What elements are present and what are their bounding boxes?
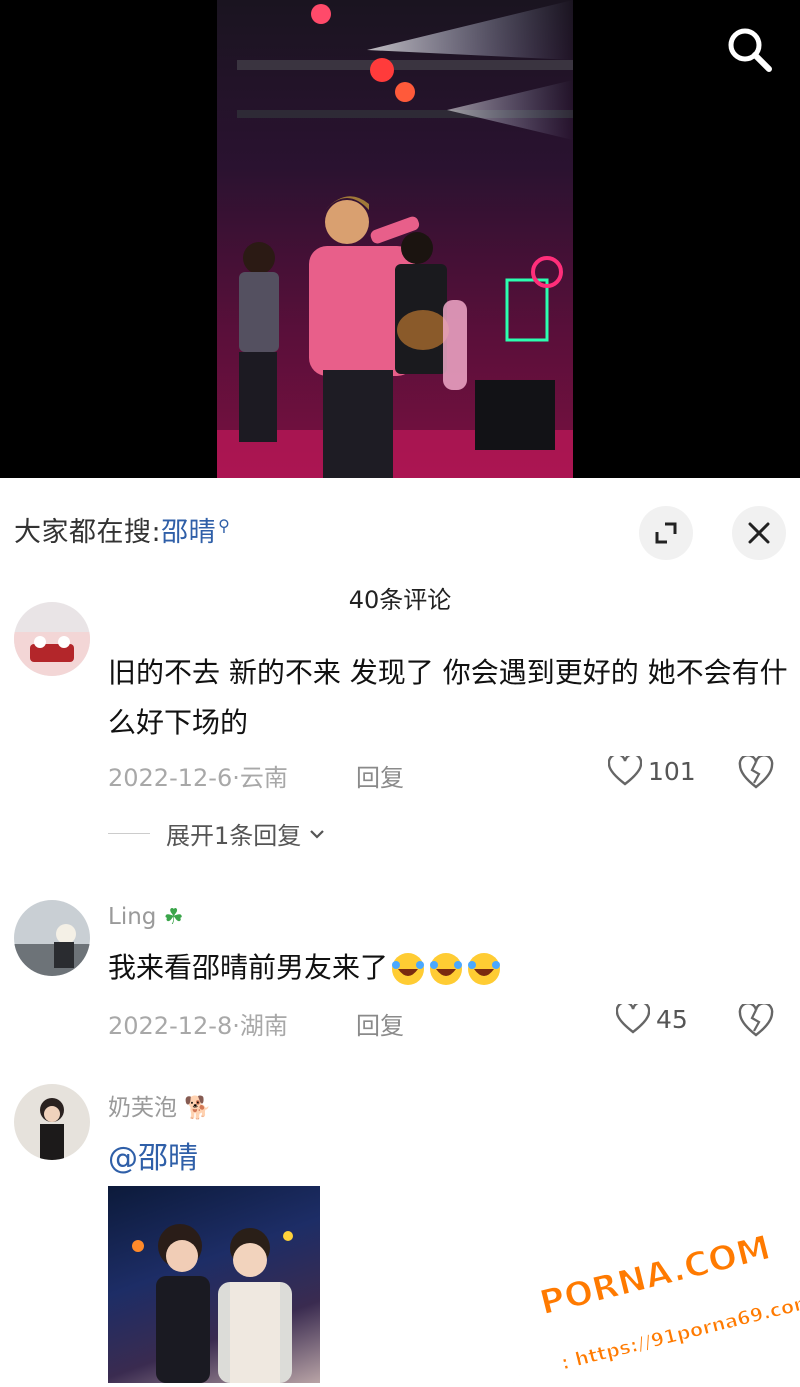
video-scene-image (217, 0, 573, 478)
username-text: Ling (108, 904, 157, 930)
dog-icon: 🐕 (184, 1096, 212, 1121)
comment-date-location: 2022-12-6·云南 (108, 764, 288, 792)
dislike-button[interactable] (738, 1002, 774, 1038)
comment-username: 奶芙泡 🐕 (108, 1088, 212, 1122)
hot-search-prefix: 大家都在搜: (14, 517, 162, 548)
comment-image[interactable] (108, 1186, 320, 1383)
laughing-emoji-icon (468, 953, 501, 985)
svg-text:看完整版: https://91porna69.com: 看完整版: https://91porna69.com (484, 1290, 800, 1383)
hot-search-keyword[interactable]: 邵晴 (161, 517, 216, 548)
comment-text: 我来看邵晴前男友来了 (108, 943, 788, 993)
search-button[interactable] (722, 22, 776, 76)
minimize-icon (655, 522, 677, 544)
dislike-button[interactable] (738, 754, 774, 790)
avatar-image (14, 1084, 90, 1160)
username-text: 奶芙泡 (108, 1095, 177, 1121)
search-icon (728, 28, 772, 72)
reply-button[interactable]: 回复 (356, 1006, 404, 1041)
like-button[interactable]: 101 (608, 756, 696, 786)
expand-replies-button[interactable]: 展开1条回复 (108, 816, 325, 851)
reply-button[interactable]: 回复 (356, 758, 404, 793)
avatar-image (14, 900, 90, 976)
close-button[interactable] (732, 506, 786, 560)
comment-date-location: 2022-12-8·湖南 (108, 1012, 288, 1040)
couple-photo (132, 1224, 293, 1383)
mention-link[interactable]: @邵晴 (108, 1133, 198, 1177)
laughing-emoji-icon (392, 953, 425, 985)
avatar-image (14, 632, 90, 676)
watermark-logo: PORNA.COM 看完整版: https://91porna69.com (484, 1227, 800, 1387)
close-icon (748, 522, 770, 544)
avatar[interactable] (14, 1084, 90, 1160)
comments-count: 40条评论 (348, 586, 452, 614)
like-button[interactable]: 45 (616, 1004, 688, 1034)
heart-icon (616, 1004, 650, 1034)
comment-username: Ling ☘ (108, 904, 183, 930)
broken-heart-icon (738, 1002, 774, 1037)
expand-replies-label: 展开1条回复 (166, 822, 302, 850)
comment-text: 旧的不去 新的不来 发现了 你会遇到更好的 她不会有什么好下场的 (108, 656, 788, 739)
chevron-down-icon (310, 829, 325, 839)
hot-search-bar[interactable]: 大家都在搜:邵晴 ⚲ (14, 510, 230, 549)
avatar[interactable] (14, 900, 90, 976)
minimize-button[interactable] (639, 506, 693, 560)
divider (108, 833, 150, 834)
laughing-emoji-icon (430, 953, 463, 985)
comment-text-content: 我来看邵晴前男友来了 (108, 951, 389, 984)
clover-icon: ☘ (163, 905, 184, 930)
video-player[interactable] (0, 0, 800, 478)
avatar[interactable] (14, 602, 90, 676)
like-count: 101 (648, 756, 696, 786)
watermark: PORNA.COM 看完整版: https://91porna69.com (470, 1200, 800, 1387)
heart-icon (608, 756, 642, 786)
broken-heart-icon (738, 754, 774, 789)
like-count: 45 (656, 1004, 688, 1034)
search-icon: ⚲ (218, 516, 231, 535)
video-frame[interactable] (217, 0, 573, 478)
